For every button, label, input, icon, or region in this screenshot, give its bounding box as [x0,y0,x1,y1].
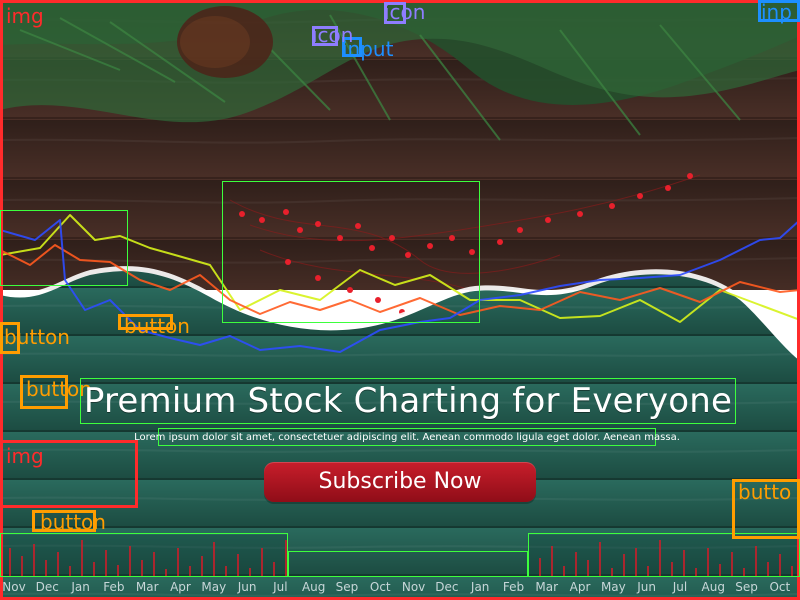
month-label: Jun [237,580,257,594]
annotation-box-button-2 [118,314,173,330]
annotation-box-volume-middle [288,551,528,577]
annotation-box-button-3 [20,375,68,409]
month-label: Mar [535,580,559,594]
ad-banner-frame: img img icon icon input inp button butto… [0,0,800,600]
month-label: Nov [2,580,26,594]
page-headline: Premium Stock Charting for Everyone [83,381,733,421]
month-label: Mar [135,580,159,594]
month-label: Feb [103,580,125,594]
month-label: Jan [71,580,90,594]
annotation-box-input-2 [758,0,800,22]
subscribe-button[interactable]: Subscribe Now [264,462,536,502]
month-label: Jun [637,580,657,594]
month-label: Aug [301,580,326,594]
month-label: Aug [701,580,725,594]
annotation-box-img-2 [0,440,138,508]
month-label: Jan [470,580,490,594]
annotation-box-volume-left [0,533,288,577]
annotation-box-button-5 [732,479,800,539]
month-label: Apr [569,580,591,594]
month-label: May [600,580,626,594]
month-label: Sep [735,580,758,594]
annotation-box-volume-right [528,533,800,577]
x-axis-months: Nov Dec Jan Feb Mar Apr May Jun Jul Aug … [0,578,800,596]
month-label: Apr [170,580,191,594]
subscribe-button-label: Subscribe Now [318,469,482,494]
annotation-box-icon-2 [384,2,406,24]
month-label: Nov [401,580,426,594]
annotation-box-button-1 [0,322,20,354]
month-label: Jul [672,580,688,594]
annotation-box-chart-segment-center [222,181,480,323]
month-label: Oct [769,580,791,594]
annotation-box-input-1 [342,37,362,57]
month-label: May [201,580,227,594]
month-label: Oct [369,580,391,594]
annotation-box-chart-segment-left [0,210,128,286]
month-label: Sep [335,580,359,594]
page-subtext: Lorem ipsum dolor sit amet, consectetuer… [134,431,680,443]
month-label: Dec [435,580,459,594]
annotation-box-icon-1 [312,26,338,46]
month-label: Feb [502,580,525,594]
month-label: Dec [35,580,59,594]
annotation-box-button-4 [32,510,96,532]
month-label: Jul [273,580,288,594]
